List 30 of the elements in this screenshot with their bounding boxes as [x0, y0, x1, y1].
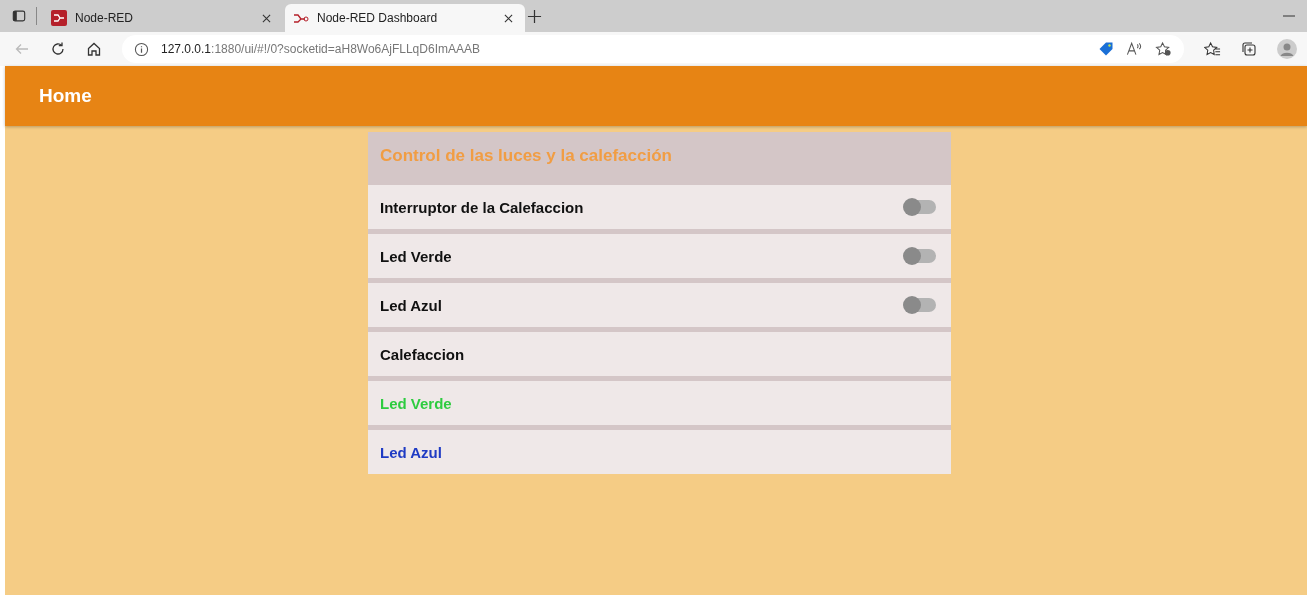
- read-aloud-icon[interactable]: [1126, 41, 1143, 57]
- home-icon[interactable]: [86, 41, 102, 57]
- switch-label: Interruptor de la Calefaccion: [380, 198, 585, 216]
- page-title: Home: [39, 85, 92, 107]
- close-tab-icon[interactable]: [504, 13, 513, 23]
- url-text: 127.0.0.1:1880/ui/#!/0?socketid=aH8Wo6AjFLLqD6ImAAAB: [161, 42, 480, 56]
- app-logo-icon: [51, 10, 67, 26]
- switch-label: Led Azul: [380, 296, 443, 314]
- text-label: Led Azul: [380, 443, 443, 461]
- toggle-switch[interactable]: [904, 298, 936, 312]
- close-tab-icon[interactable]: [262, 13, 271, 23]
- minimize-icon[interactable]: [1283, 14, 1295, 18]
- group-title: Control de las luces y la calefacción: [379, 145, 673, 167]
- info-icon: [134, 41, 149, 57]
- text-label: Led Verde: [380, 394, 453, 412]
- address-bar[interactable]: 127.0.0.1:1880/ui/#!/0?socketid=aH8Wo6AjFLLqD6ImAAAB: [122, 35, 1184, 63]
- toggle-switch[interactable]: [904, 200, 936, 214]
- text-label: Calefaccion: [380, 345, 466, 363]
- collections-icon[interactable]: [1241, 41, 1257, 57]
- new-tab-icon[interactable]: [527, 8, 542, 24]
- tag-icon[interactable]: [1098, 41, 1114, 57]
- favorites-icon[interactable]: [1204, 41, 1221, 57]
- switch-label: Led Verde: [380, 247, 453, 265]
- browser-tab[interactable]: Node-RED Dashboard: [285, 4, 525, 32]
- tab-actions-icon[interactable]: [12, 9, 26, 23]
- refresh-icon[interactable]: [50, 41, 66, 57]
- browser-tab[interactable]: Node-RED: [43, 4, 283, 32]
- toggle-switch[interactable]: [904, 249, 936, 263]
- add-favorite-icon[interactable]: [1155, 41, 1172, 57]
- profile-icon[interactable]: [1277, 39, 1297, 59]
